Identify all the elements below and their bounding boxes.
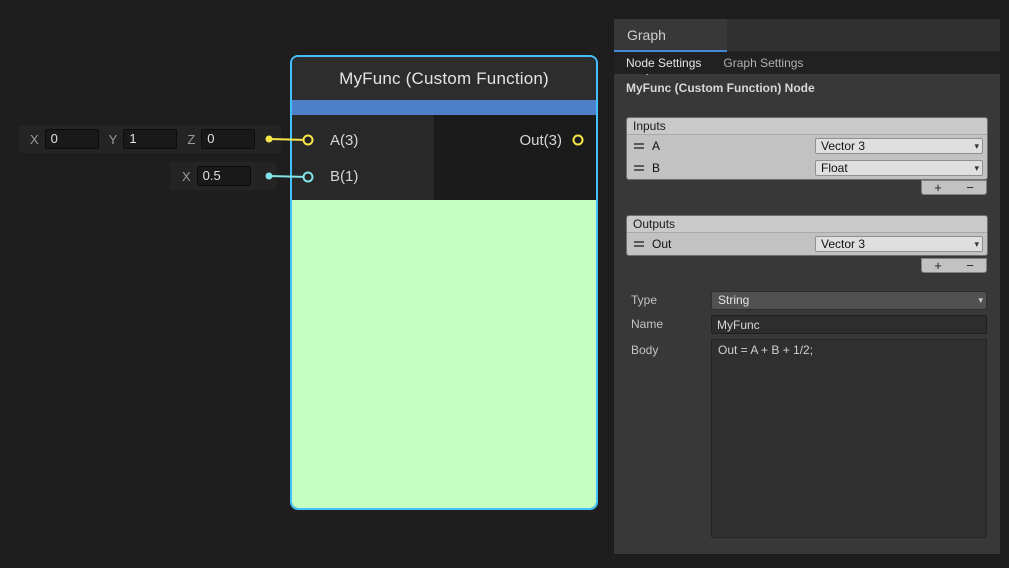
float-field-x: X 0.5: [182, 166, 251, 186]
field-label: Y: [109, 132, 118, 147]
drag-handle-icon[interactable]: [634, 165, 644, 171]
outputs-list: Outputs Out Vector 3 ▾: [626, 215, 988, 256]
input-type-dropdown[interactable]: Vector 3 ▾: [815, 138, 983, 154]
input-port-label-b: B(1): [330, 167, 358, 187]
inspector-window-tab[interactable]: Graph Inspector: [614, 19, 727, 52]
outputs-list-footer: + −: [921, 258, 987, 273]
vector3-field-x: X 0: [30, 129, 99, 149]
add-output-button[interactable]: +: [922, 259, 954, 272]
tab-graph-settings[interactable]: Graph Settings: [723, 52, 803, 74]
field-input[interactable]: 0: [201, 129, 255, 149]
field-label: X: [182, 169, 191, 184]
chevron-down-icon: ▾: [974, 237, 979, 252]
inputs-list-footer: + −: [921, 180, 987, 195]
inspector-header: Graph Inspector: [614, 19, 1000, 52]
outputs-list-header: Outputs: [627, 216, 987, 233]
name-label: Name: [631, 317, 663, 331]
node-title: MyFunc (Custom Function): [292, 57, 596, 100]
remove-output-button[interactable]: −: [954, 259, 986, 272]
inputs-list: Inputs A Vector 3 ▾ B Float ▾: [626, 117, 988, 180]
drag-handle-icon[interactable]: [634, 143, 644, 149]
drag-handle-icon[interactable]: [634, 241, 644, 247]
field-input[interactable]: 0: [45, 129, 99, 149]
node-settings-title: MyFunc (Custom Function) Node: [626, 81, 815, 95]
chevron-down-icon: ▾: [978, 292, 983, 309]
input-port-label-a: A(3): [330, 131, 358, 151]
name-input[interactable]: [711, 315, 987, 334]
type-label: Type: [631, 293, 657, 307]
add-input-button[interactable]: +: [922, 181, 954, 194]
node-preview: [292, 200, 596, 508]
field-label: X: [30, 132, 39, 147]
tab-node-settings[interactable]: Node Settings: [626, 52, 701, 74]
input-name: A: [652, 139, 660, 153]
field-label: Z: [187, 132, 195, 147]
input-ports-panel: [292, 115, 435, 200]
input-name: B: [652, 161, 660, 175]
output-name: Out: [652, 237, 671, 251]
inspector-tab-strip: Node Settings Graph Settings: [614, 52, 1000, 74]
vector3-input-widget: X 0 Y 1 Z 0: [18, 125, 281, 153]
field-input[interactable]: 0.5: [197, 166, 251, 186]
list-row: Out Vector 3 ▾: [627, 233, 987, 255]
body-label: Body: [631, 343, 658, 357]
graph-inspector-panel: Graph Inspector Node Settings Graph Sett…: [613, 18, 1001, 555]
list-row: A Vector 3 ▾: [627, 135, 987, 157]
output-type-dropdown[interactable]: Vector 3 ▾: [815, 236, 983, 252]
inputs-list-header: Inputs: [627, 118, 987, 135]
remove-input-button[interactable]: −: [954, 181, 986, 194]
vector3-field-z: Z 0: [187, 129, 255, 149]
input-type-dropdown[interactable]: Float ▾: [815, 160, 983, 176]
body-textarea[interactable]: Out = A + B + 1/2;: [711, 339, 987, 538]
list-row: B Float ▾: [627, 157, 987, 179]
node-accent-bar: [292, 100, 596, 115]
chevron-down-icon: ▾: [974, 139, 979, 154]
float-input-widget: X 0.5: [170, 162, 277, 190]
output-port-label-out: Out(3): [519, 131, 562, 151]
type-dropdown[interactable]: String ▾: [711, 291, 987, 310]
field-input[interactable]: 1: [123, 129, 177, 149]
node-ports-area: A(3) B(1) Out(3): [292, 115, 596, 200]
chevron-down-icon: ▾: [974, 161, 979, 176]
vector3-field-y: Y 1: [109, 129, 178, 149]
custom-function-node[interactable]: MyFunc (Custom Function) A(3) B(1) Out(3…: [290, 55, 598, 510]
